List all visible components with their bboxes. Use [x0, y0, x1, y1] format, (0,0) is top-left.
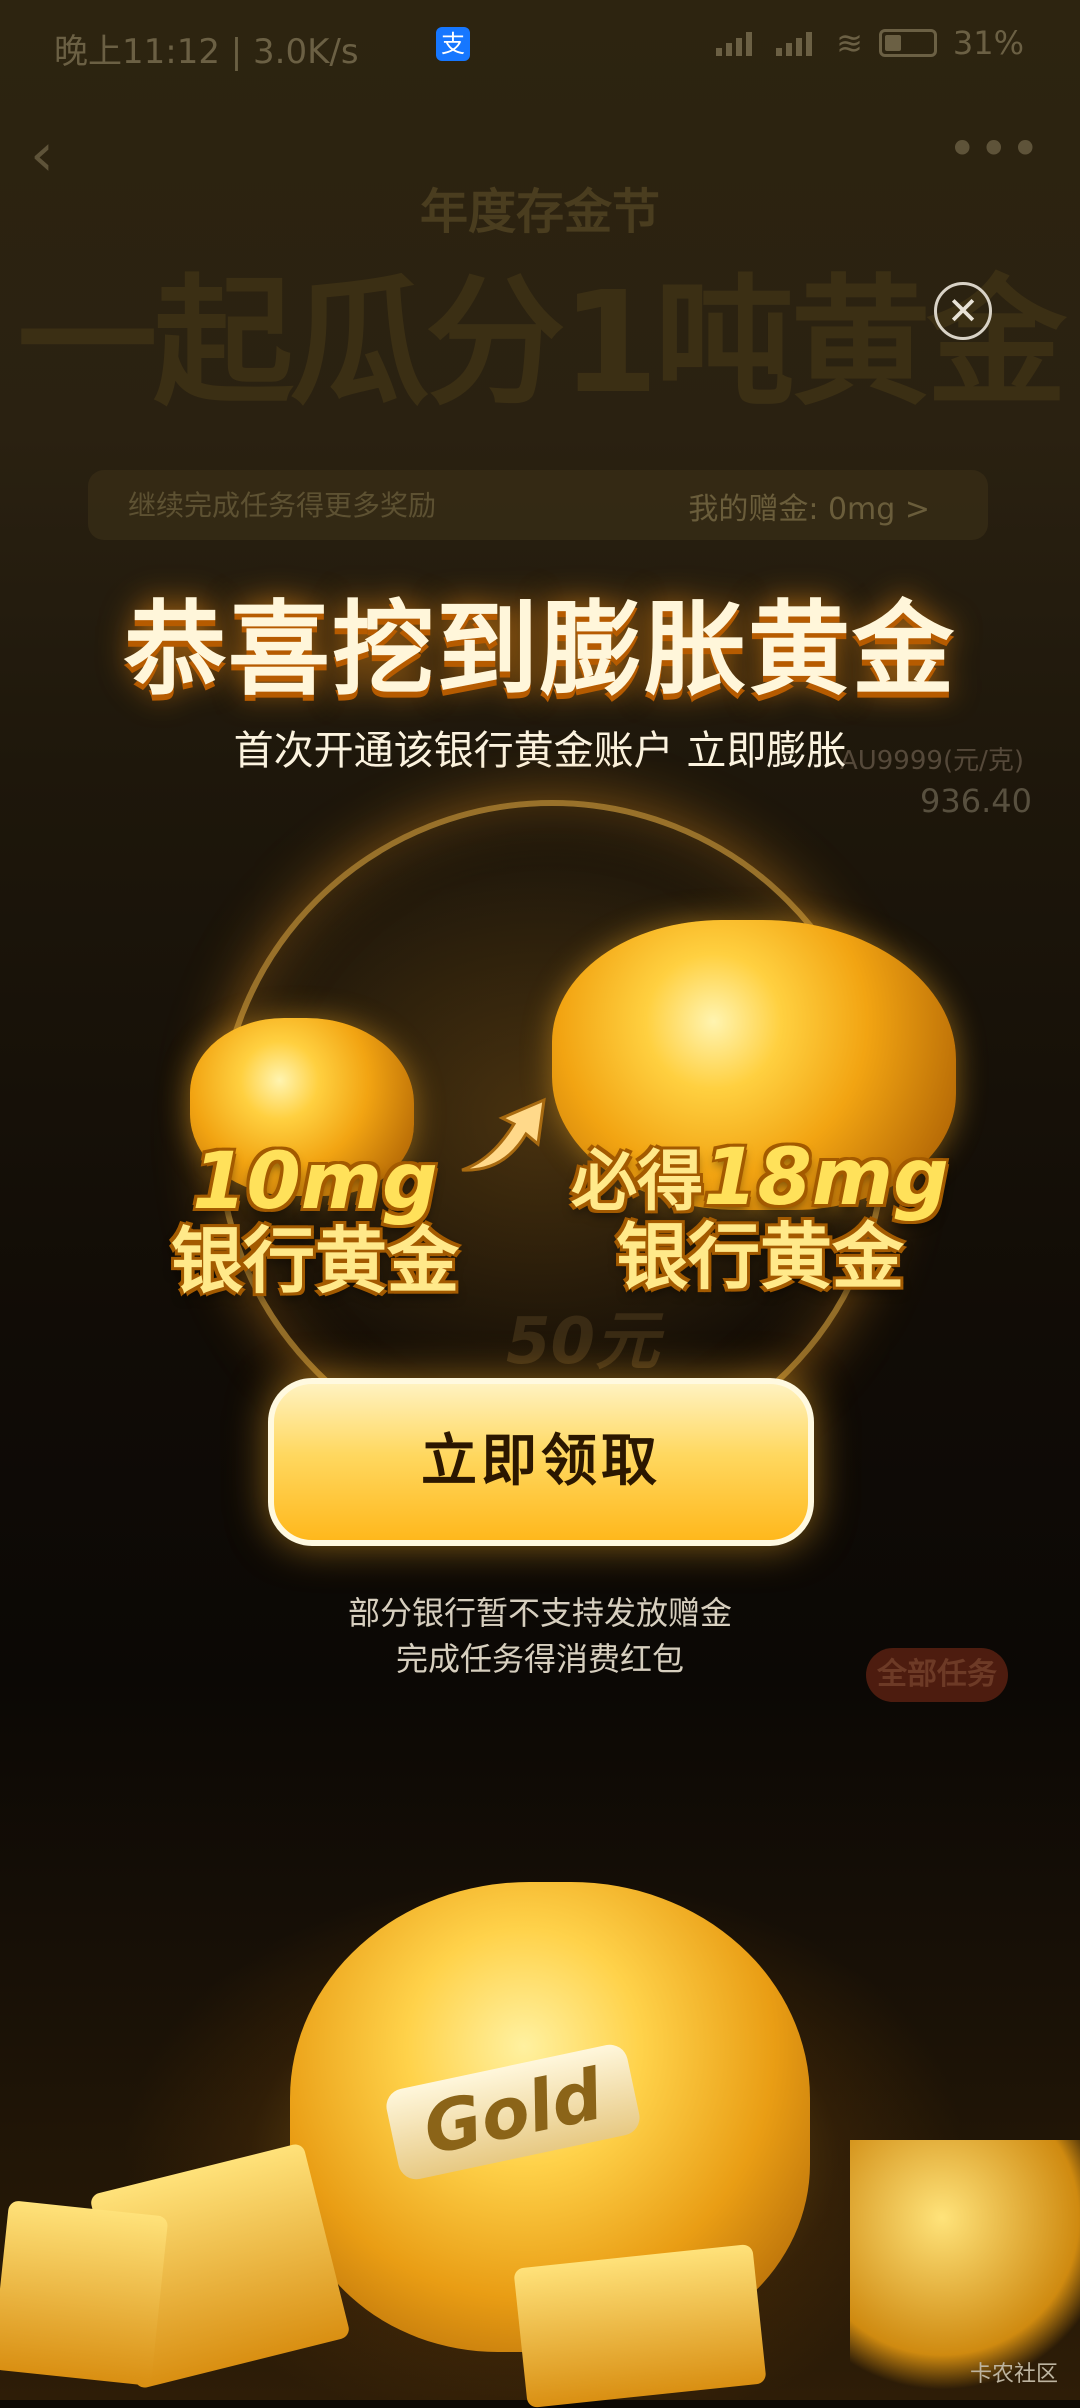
note-line-2: 完成任务得消费红包: [395, 1640, 684, 1678]
status-time-speed: 晚上11:12 | 3.0K/s: [54, 32, 359, 72]
note-line-1: 部分银行暂不支持发放赠金: [347, 1594, 732, 1632]
gold-bar-3: [513, 2243, 767, 2408]
before-name: 银行黄金: [170, 1218, 459, 1303]
dialog-note: 部分银行暂不支持发放赠金 完成任务得消费红包: [0, 1590, 1080, 1682]
after-prefix: 必得: [571, 1143, 704, 1220]
before-gold-label: 10mg 银行黄金: [150, 1137, 480, 1303]
dialog-headline: 恭喜挖到膨胀黄金: [124, 591, 956, 710]
battery-icon: [878, 29, 937, 57]
gold-price-value: 936.40: [920, 782, 1032, 820]
status-right-group: ≋ 31%: [716, 24, 1024, 62]
my-gift-gold-link[interactable]: 我的赠金: 0mg >: [688, 484, 930, 528]
dialog-subline: 首次开通该银行黄金账户 立即膨胀: [233, 728, 847, 774]
alipay-icon: 支: [436, 27, 470, 61]
more-options-icon[interactable]: •••: [948, 120, 1042, 178]
battery-percent: 31%: [952, 24, 1024, 62]
signal-icon-2: [776, 30, 820, 56]
claim-now-button[interactable]: 立即领取: [268, 1378, 814, 1546]
gold-bar-2: [0, 2200, 169, 2386]
after-gold-label: 必得18mg 银行黄金: [560, 1137, 960, 1299]
status-bar: 晚上11:12 | 3.0K/s 支 ≋ 31%: [0, 0, 1080, 92]
task-hint: 继续完成任务得更多奖励: [128, 489, 437, 522]
festival-title: 一起瓜分1吨黄金: [17, 262, 1066, 425]
signal-icon: [716, 30, 760, 56]
before-amount: 10mg: [192, 1137, 438, 1227]
close-icon[interactable]: ✕: [934, 282, 992, 340]
wifi-icon: ≋: [836, 24, 863, 62]
after-name: 银行黄金: [615, 1214, 904, 1299]
watermark: 卡农社区: [969, 2362, 1058, 2387]
after-amount: 18mg: [703, 1133, 949, 1223]
